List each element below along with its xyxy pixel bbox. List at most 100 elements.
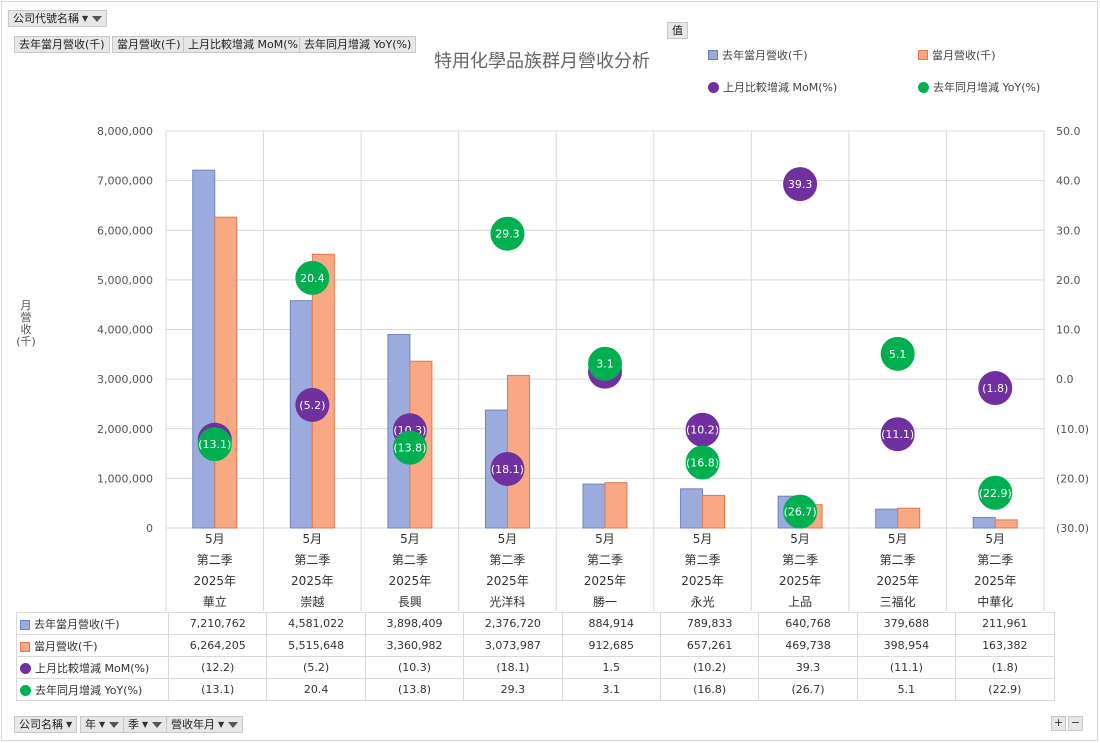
filter-funnel-icon	[152, 721, 163, 728]
category-label: 5月	[595, 532, 615, 546]
category-label: 永光	[691, 595, 715, 609]
bar-prev-revenue	[582, 483, 606, 529]
bubble-data-label: (1.8)	[982, 382, 1008, 395]
category-label: 第二季	[880, 553, 916, 567]
data-table-row-header: 去年當月營收(千)	[16, 612, 169, 635]
category-label: 5月	[303, 532, 323, 546]
data-table-cell: (13.8)	[364, 678, 465, 701]
category-label: 勝一	[593, 594, 617, 609]
field-label: 季	[128, 718, 139, 731]
data-table-cell: 469,738	[758, 634, 858, 657]
data-table-cell: 7,210,762	[167, 612, 268, 635]
collapse-minus-button[interactable]: −	[1068, 716, 1083, 731]
field-label: 營收年月	[171, 718, 215, 731]
data-table-cell: (12.2)	[167, 656, 268, 679]
bar-curr-revenue	[702, 494, 726, 529]
bar-curr-revenue	[604, 482, 628, 529]
category-label: 長興	[398, 595, 422, 609]
data-table-cell: 1.5	[561, 656, 661, 679]
category-label: 第二季	[685, 553, 721, 567]
bubble-data-label: 3.1	[596, 358, 614, 371]
legend-key-swatch	[20, 663, 31, 674]
company-name-field-button[interactable]: 公司名稱 ▼	[14, 716, 78, 733]
data-table-row: 去年同月增減 YoY(%) (13.1) 20.4 (13.8) 29.3 3.1 (16.…	[16, 678, 1055, 701]
filter-funnel-icon	[228, 721, 239, 728]
bar-prev-revenue	[875, 508, 899, 529]
category-label: 2025年	[486, 574, 529, 588]
year-field-button[interactable]: 年 ▼	[80, 716, 125, 733]
field-label: 公司名稱	[19, 718, 63, 731]
data-table-cell: (5.2)	[266, 656, 366, 679]
data-table-cell: 5,515,648	[266, 634, 366, 657]
y2-tick-label: 40.0	[1056, 175, 1081, 188]
category-label: 2025年	[681, 574, 724, 588]
y-tick-label: 1,000,000	[97, 472, 153, 485]
data-table-cell: (11.1)	[856, 656, 957, 679]
revenue-month-field-button[interactable]: 營收年月 ▼	[166, 716, 244, 733]
category-label: 第二季	[587, 553, 623, 567]
y2-tick-label: (20.0)	[1056, 472, 1089, 485]
category-label: 2025年	[876, 574, 919, 588]
category-label: 2025年	[194, 574, 237, 588]
bubble-data-label: (13.8)	[393, 442, 426, 455]
category-label: 崇越	[300, 595, 324, 609]
quarter-field-button[interactable]: 季 ▼	[123, 716, 168, 733]
bubble-data-label: (26.7)	[784, 506, 817, 519]
data-table-cell: (18.1)	[463, 656, 563, 679]
data-table-cell: 4,581,022	[266, 612, 366, 635]
data-table-cell: 29.3	[463, 678, 563, 701]
bubble-data-label: (18.1)	[491, 463, 524, 476]
data-table-cell: 20.4	[266, 678, 366, 701]
y-tick-label: 6,000,000	[97, 224, 153, 237]
bubble-data-label: 29.3	[495, 228, 520, 241]
bubble-data-label: (13.1)	[198, 438, 231, 451]
data-table-cell: (13.1)	[167, 678, 268, 701]
data-table: 去年當月營收(千) 7,210,762 4,581,022 3,898,409 2,37…	[16, 612, 1055, 701]
y-tick-label: 8,000,000	[97, 125, 153, 138]
expand-plus-button[interactable]: +	[1051, 716, 1066, 731]
y2-tick-label: 20.0	[1056, 274, 1081, 287]
data-table-cell: (16.8)	[659, 678, 760, 701]
data-table-cell: 884,914	[561, 612, 661, 635]
category-label: 2025年	[779, 574, 822, 588]
legend-key-swatch	[20, 641, 30, 652]
category-label: 5月	[888, 532, 908, 546]
category-label: 2025年	[291, 574, 334, 588]
data-table-cell: 398,954	[856, 634, 957, 657]
category-label: 5月	[693, 532, 713, 546]
field-label: 年	[85, 718, 96, 731]
category-label: 第二季	[977, 553, 1013, 567]
category-label: 5月	[400, 532, 420, 546]
series-name: 去年當月營收(千)	[34, 617, 120, 631]
category-label: 中華化	[977, 594, 1013, 609]
chart-plot-area: 0 1,000,000 2,000,000 3,000,000 4,000,000 5,0…	[97, 125, 1089, 611]
y-tick-label: 0	[146, 522, 153, 535]
bubble-data-label: (16.8)	[686, 456, 719, 469]
bubble-data-label: 5.1	[889, 348, 907, 361]
series-name: 上月比較增減 MoM(%)	[35, 661, 150, 675]
y-tick-label: 3,000,000	[97, 373, 153, 386]
data-table-cell: 3,898,409	[364, 612, 465, 635]
bubble-data-label: (5.2)	[299, 399, 325, 412]
data-table-cell: (22.9)	[955, 678, 1055, 701]
dropdown-arrow-icon: ▼	[218, 720, 225, 729]
data-table-cell: (10.2)	[659, 656, 760, 679]
data-table-row-header: 去年同月增減 YoY(%)	[16, 678, 169, 701]
y2-tick-label: (10.0)	[1056, 423, 1089, 436]
data-table-cell: (10.3)	[364, 656, 465, 679]
data-table-cell: 3.1	[561, 678, 661, 701]
data-table-cell: 2,376,720	[463, 612, 563, 635]
bar-curr-revenue	[897, 507, 921, 529]
data-table-row-header: 當月營收(千)	[16, 634, 169, 657]
bar-prev-revenue	[972, 516, 996, 529]
y2-tick-label: 30.0	[1056, 224, 1081, 237]
category-label: 第二季	[294, 553, 330, 567]
data-table-cell: 789,833	[659, 612, 760, 635]
category-label: 光洋科	[489, 594, 525, 609]
data-table-cell: 3,073,987	[463, 634, 563, 657]
data-table-row: 當月營收(千) 6,264,205 5,515,648 3,360,982 3,073,…	[16, 634, 1055, 657]
data-table-cell: 379,688	[856, 612, 957, 635]
category-label: 2025年	[974, 574, 1017, 588]
category-label: 三福化	[880, 594, 916, 609]
category-label: 2025年	[584, 574, 627, 588]
